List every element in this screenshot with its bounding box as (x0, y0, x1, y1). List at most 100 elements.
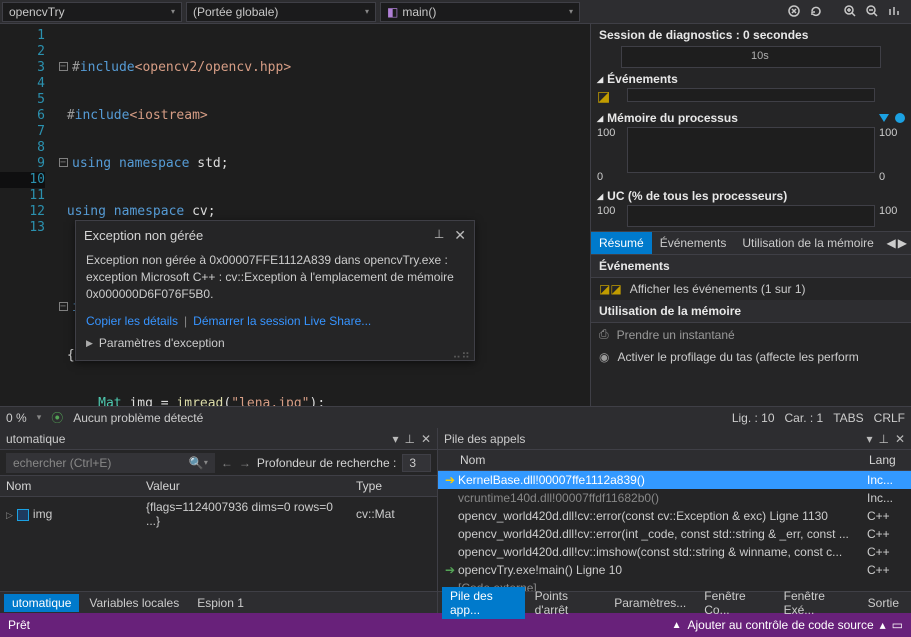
cursor-col: Car. : 1 (785, 411, 824, 425)
tab-events[interactable]: Événements (652, 232, 735, 254)
tab-memory[interactable]: Utilisation de la mémoire (734, 232, 881, 254)
exception-popup: Exception non gérée ⊥ ✕ Exception non gé… (75, 220, 475, 361)
stack-frame[interactable]: vcruntime140d.dll!00007ffdf11682b0()Inc.… (438, 489, 911, 507)
close-icon[interactable]: ✕ (454, 227, 466, 244)
copy-details-link[interactable]: Copier les détails (86, 314, 178, 328)
tab-params[interactable]: Paramètres... (606, 594, 694, 612)
vcs-link[interactable]: Ajouter au contrôle de code source (688, 618, 874, 632)
arrow-up-icon[interactable]: ▲ (672, 620, 682, 631)
chevron-up-icon[interactable]: ▴ (880, 618, 886, 632)
no-issues-label: Aucun problème détecté (73, 411, 203, 425)
stack-frame[interactable]: opencv_world420d.dll!cv::error(int _code… (438, 525, 911, 543)
context-scope-label: (Portée globale) (193, 5, 278, 19)
frame-lang: Inc... (867, 473, 907, 487)
current-frame-icon: ➔ (442, 473, 458, 487)
tab-watch[interactable]: Espion 1 (189, 594, 252, 612)
show-events-link[interactable]: ◪◪Afficher les événements (1 sur 1) (591, 278, 911, 300)
dropdown-icon[interactable]: ▾ (392, 432, 398, 446)
search-icon[interactable]: 🔍 (189, 456, 204, 470)
fold-icon[interactable] (59, 158, 68, 167)
reset-icon[interactable] (809, 4, 825, 20)
depth-selector[interactable]: 3 (402, 454, 431, 472)
heap-profiling-link[interactable]: ◉Activer le profilage du tas (affecte le… (591, 346, 911, 368)
scroll-right-icon[interactable]: ▶ (898, 236, 907, 250)
zoom-out-icon[interactable] (865, 4, 881, 20)
user-frame-icon: ➔ (442, 563, 458, 577)
autos-title: utomatique (6, 432, 65, 446)
zoom-in-icon[interactable] (843, 4, 859, 20)
heap-icon: ◉ (599, 350, 609, 364)
tab-window2[interactable]: Fenêtre Exé... (776, 587, 858, 619)
search-placeholder: echercher (Ctrl+E) (13, 456, 111, 470)
context-function-selector[interactable]: ◧ main()▾ (380, 2, 580, 22)
frame-lang: Inc... (867, 491, 907, 505)
table-row[interactable]: ▷img {flags=1124007936 dims=0 rows=0 ...… (0, 497, 437, 531)
tab-resume[interactable]: Résumé (591, 232, 652, 254)
nav-fwd-icon[interactable]: → (239, 456, 251, 470)
stack-frame[interactable]: opencv_world420d.dll!cv::error(const cv:… (438, 507, 911, 525)
frame-text: opencvTry.exe!main() Ligne 10 (458, 563, 867, 577)
memory-chart[interactable] (627, 127, 875, 173)
line-ending[interactable]: CRLF (874, 411, 905, 425)
scroll-left-icon[interactable]: ◀ (887, 236, 896, 250)
tab-callstack[interactable]: Pile des app... (442, 587, 525, 619)
tab-locals[interactable]: Variables locales (81, 594, 187, 612)
chevron-down-icon: ▾ (569, 7, 573, 16)
exception-settings-link[interactable]: Paramètres d'exception (99, 336, 225, 350)
camera-icon: ⎙ (599, 327, 609, 342)
close-icon[interactable]: ✕ (421, 432, 431, 446)
pin-icon[interactable]: ⊥ (404, 432, 414, 446)
frame-text: KernelBase.dll!00007ffe1112a839() (458, 473, 867, 487)
indent-mode[interactable]: TABS (833, 411, 863, 425)
frame-text: opencv_world420d.dll!cv::imshow(const st… (458, 545, 867, 559)
snapshot-link[interactable]: ⎙Prendre un instantané (591, 323, 911, 346)
live-share-link[interactable]: Démarrer la session Live Share... (193, 314, 371, 328)
events-marker: ◪ (597, 88, 623, 105)
callstack-header: Nom Lang (438, 450, 911, 471)
events-chart[interactable] (627, 88, 875, 102)
resize-grip-icon[interactable]: ⣀⣤ (452, 344, 470, 358)
line-number-gutter: 12345678910111213 (0, 24, 55, 406)
code-editor[interactable]: 12345678910111213 #include<opencv2/openc… (0, 24, 590, 406)
events-section-header[interactable]: ◢Événements (591, 70, 911, 88)
pin-icon[interactable]: ⊥ (878, 432, 888, 446)
stack-frame[interactable]: ➔opencvTry.exe!main() Ligne 10C++ (438, 561, 911, 579)
tab-autos[interactable]: utomatique (4, 594, 79, 612)
callstack-panel: Pile des appels ▾⊥✕ Nom Lang ➔KernelBase… (438, 428, 911, 613)
ruler-tick: 10s (751, 50, 769, 62)
zoom-level[interactable]: 0 % (6, 411, 27, 425)
memory-section-header[interactable]: ◢Mémoire du processus (591, 109, 911, 127)
tab-window1[interactable]: Fenêtre Co... (696, 587, 773, 619)
close-icon[interactable]: ✕ (895, 432, 905, 446)
pin-icon[interactable]: ⊥ (434, 227, 444, 244)
chevron-right-icon[interactable]: ▶ (86, 338, 93, 349)
tab-output[interactable]: Sortie (860, 594, 907, 612)
timeline-ruler[interactable]: 10s (621, 46, 881, 68)
search-input[interactable]: echercher (Ctrl+E) 🔍▾ (6, 453, 215, 473)
chevron-down-icon[interactable]: ▾ (37, 412, 42, 423)
tab-breakpoints[interactable]: Points d'arrêt (527, 587, 605, 619)
cursor-line: Lig. : 10 (732, 411, 775, 425)
context-project-selector[interactable]: opencvTry▾ (2, 2, 182, 22)
method-icon: ◧ (387, 5, 398, 19)
dropdown-icon[interactable]: ▾ (866, 432, 872, 446)
editor-status-bar: 0 % ▾ ⦿ Aucun problème détecté Lig. : 10… (0, 406, 911, 428)
events-subheader: Événements (591, 255, 911, 278)
chart-icon[interactable] (887, 4, 903, 20)
stack-frame[interactable]: opencv_world420d.dll!cv::imshow(const st… (438, 543, 911, 561)
fold-icon[interactable] (59, 302, 68, 311)
status-ready: Prêt (8, 618, 30, 632)
stack-frame[interactable]: ➔KernelBase.dll!00007ffe1112a839()Inc... (438, 471, 911, 489)
nav-back-icon[interactable]: ← (221, 456, 233, 470)
callstack-title: Pile des appels (444, 432, 525, 446)
notification-icon[interactable]: ▭ (892, 618, 903, 632)
frame-lang: C++ (867, 563, 907, 577)
depth-label: Profondeur de recherche : (257, 456, 396, 470)
cpu-section-header[interactable]: ◢UC (% de tous les processeurs) (591, 187, 911, 205)
frame-text: opencv_world420d.dll!cv::error(const cv:… (458, 509, 867, 523)
context-scope-selector[interactable]: (Portée globale)▾ (186, 2, 376, 22)
fold-icon[interactable] (59, 62, 68, 71)
cpu-chart[interactable] (627, 205, 875, 227)
record-icon[interactable] (787, 4, 803, 20)
expand-icon[interactable]: ▷ (6, 510, 13, 520)
